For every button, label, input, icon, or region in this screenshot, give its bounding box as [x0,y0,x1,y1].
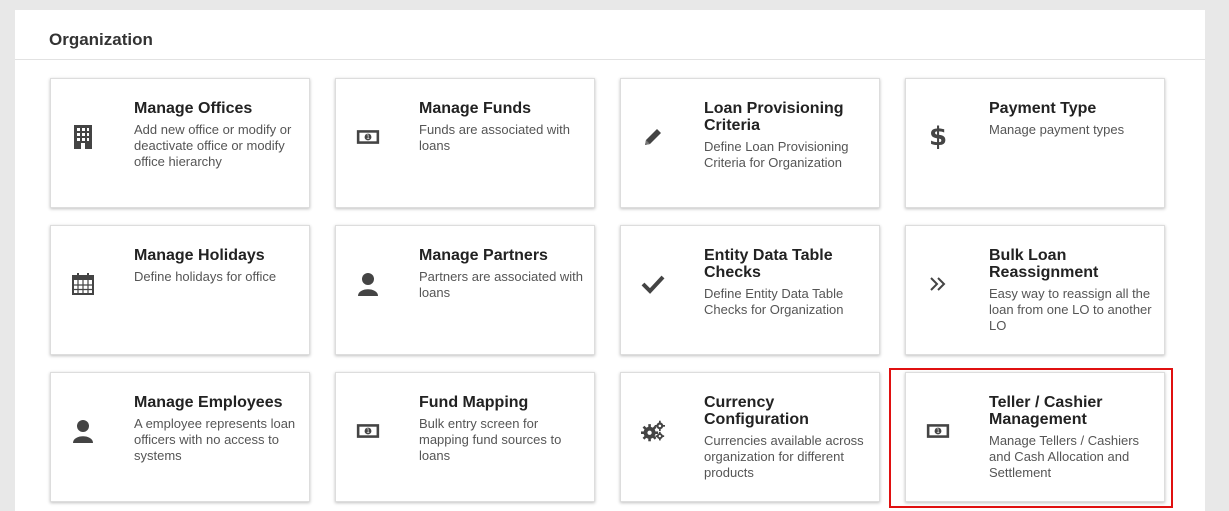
svg-text:1: 1 [936,428,940,435]
card-description: Currencies available across organization… [704,433,864,480]
divider [15,59,1205,60]
card-title: Fund Mapping [419,394,529,411]
card-title: Entity Data Table Checks [704,247,833,281]
money-icon: 1 [356,419,380,443]
calendar-icon [71,272,95,296]
card-title: Payment Type [989,100,1097,117]
card-title: Manage Partners [419,247,548,264]
card-manage-employees[interactable]: Manage Employees A employee represents l… [50,372,310,502]
card-bulk-loan-reassignment[interactable]: Bulk Loan Reassignment Easy way to reass… [905,225,1165,355]
pencil-icon [641,125,665,149]
section-title: Organization [49,30,153,49]
card-description: Bulk entry screen for mapping fund sourc… [419,416,562,463]
user-icon [71,419,95,443]
card-description: Add new office or modify or deactivate o… [134,122,292,169]
card-manage-partners[interactable]: Manage Partners Partners are associated … [335,225,595,355]
card-description: A employee represents loan officers with… [134,416,296,463]
card-entity-data-table-checks[interactable]: Entity Data Table Checks Define Entity D… [620,225,880,355]
user-icon [356,272,380,296]
card-description: Define holidays for office [134,269,277,284]
card-title: Manage Funds [419,100,532,117]
card-description: Manage Tellers / Cashiers and Cash Alloc… [989,433,1140,480]
card-currency-configuration[interactable]: Currency Configuration Currencies availa… [620,372,880,502]
dollar-icon: $ [928,122,948,152]
card-description: Funds are associated with loans [419,122,571,153]
card-title: Currency Configuration [704,394,809,428]
money-icon: 1 [356,125,380,149]
card-payment-type[interactable]: $ Payment Type Manage payment types [905,78,1165,208]
card-title: Manage Employees [134,394,283,411]
card-description: Define Entity Data Table Checks for Orga… [704,286,844,317]
card-loan-provisioning-criteria[interactable]: Loan Provisioning Criteria Define Loan P… [620,78,880,208]
card-description: Easy way to reassign all the loan from o… [989,286,1152,333]
check-icon [641,272,665,296]
card-title: Teller / Cashier Management [989,394,1103,428]
card-manage-offices[interactable]: Manage Offices Add new office or modify … [50,78,310,208]
card-title: Manage Holidays [134,247,265,264]
card-title: Bulk Loan Reassignment [989,247,1099,281]
card-description: Define Loan Provisioning Criteria for Or… [704,139,849,170]
card-title: Manage Offices [134,100,253,117]
card-description: Partners are associated with loans [419,269,584,300]
card-title: Loan Provisioning Criteria [704,100,844,134]
svg-text:1: 1 [366,134,370,141]
card-manage-holidays[interactable]: Manage Holidays Define holidays for offi… [50,225,310,355]
building-icon [71,125,95,149]
double-chevron-right-icon [926,272,950,296]
gears-icon [641,419,665,443]
money-icon: 1 [926,419,950,443]
card-description: Manage payment types [989,122,1125,137]
card-manage-funds[interactable]: 1 Manage Funds Funds are associated with… [335,78,595,208]
card-teller-cashier-management[interactable]: 1 Teller / Cashier Management Manage Tel… [905,372,1165,502]
card-fund-mapping[interactable]: 1 Fund Mapping Bulk entry screen for map… [335,372,595,502]
svg-text:1: 1 [366,428,370,435]
